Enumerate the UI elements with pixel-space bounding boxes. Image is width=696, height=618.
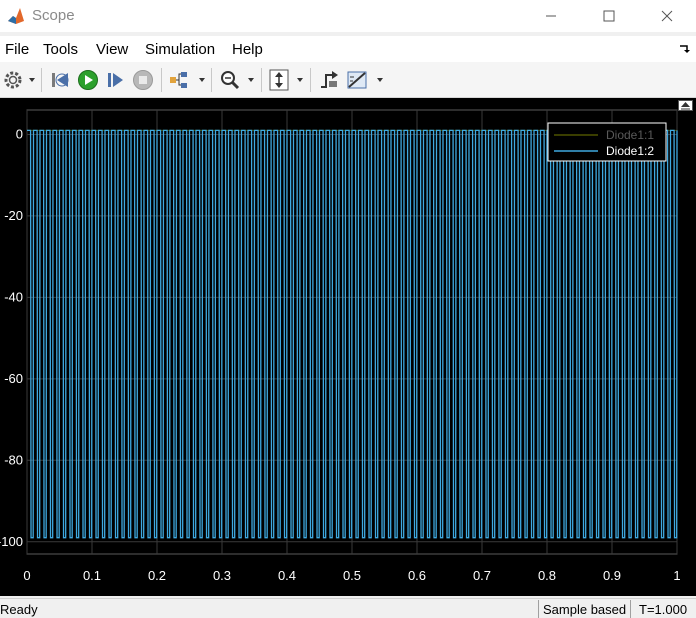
- x-tick-label: 0.6: [408, 568, 426, 583]
- toolbar-separator: [310, 68, 311, 92]
- x-tick-label: 0: [23, 568, 30, 583]
- restore-icon: [681, 102, 690, 110]
- x-tick-label: 1: [673, 568, 680, 583]
- toolbar-separator: [261, 68, 262, 92]
- undock-icon[interactable]: [678, 43, 690, 55]
- menu-bar: File Tools View Simulation Help: [0, 36, 696, 62]
- maximize-icon: [603, 10, 615, 22]
- y-tick-label: -20: [4, 208, 23, 223]
- scale-axes-icon[interactable]: [268, 69, 290, 91]
- title-bar[interactable]: Scope: [0, 0, 696, 32]
- y-tick-label: -40: [4, 289, 23, 304]
- y-tick-label: -80: [4, 452, 23, 467]
- close-button[interactable]: [638, 0, 696, 32]
- toolbar: [0, 62, 696, 98]
- chevron-down-icon[interactable]: [248, 78, 254, 82]
- measurements-icon[interactable]: [346, 69, 370, 91]
- scope-window: Scope File Tools View Simulation Help 0 …: [0, 0, 696, 618]
- x-tick-label: 0.8: [538, 568, 556, 583]
- chevron-down-icon[interactable]: [297, 78, 303, 82]
- chevron-down-icon[interactable]: [377, 78, 383, 82]
- maximize-button[interactable]: [580, 0, 638, 32]
- step-back-icon[interactable]: [50, 69, 72, 91]
- simulation-time: T=1.000: [639, 602, 688, 617]
- x-tick-label: 0.3: [213, 568, 231, 583]
- menu-simulation[interactable]: Simulation: [145, 41, 215, 58]
- x-tick-label: 0.9: [603, 568, 621, 583]
- sample-mode-indicator: Sample based: [538, 600, 632, 618]
- series-line-diode1-2: [27, 129, 678, 539]
- x-tick-label: 0.1: [83, 568, 101, 583]
- menu-tools[interactable]: Tools: [43, 41, 78, 58]
- menu-help[interactable]: Help: [232, 41, 263, 58]
- x-tick-label: 0.2: [148, 568, 166, 583]
- chevron-down-icon[interactable]: [199, 78, 205, 82]
- x-tick-label: 0.4: [278, 568, 296, 583]
- status-bar: Ready Sample based T=1.000: [0, 598, 696, 618]
- status-text: Ready: [0, 602, 38, 617]
- toolbar-separator: [161, 68, 162, 92]
- scope-plot[interactable]: 0 0.1 0.2 0.3 0.4 0.5 0.6 0.7 0.8 0.9 1 0 -20 -40 -60 -…: [0, 98, 696, 596]
- restore-layout-button[interactable]: [678, 100, 693, 111]
- close-icon: [661, 10, 673, 22]
- step-forward-icon[interactable]: [104, 69, 126, 91]
- signal-tree-icon[interactable]: [168, 69, 190, 91]
- x-tick-label: 0.7: [473, 568, 491, 583]
- y-tick-label: 0: [16, 126, 23, 141]
- minimize-button[interactable]: [522, 0, 580, 32]
- toolbar-separator: [211, 68, 212, 92]
- menu-file[interactable]: File: [5, 41, 29, 58]
- zoom-icon[interactable]: [219, 69, 241, 91]
- legend-label: Diode1:2: [606, 144, 654, 158]
- scope-display[interactable]: 0 0.1 0.2 0.3 0.4 0.5 0.6 0.7 0.8 0.9 1 0 -20 -40 -60 -…: [0, 98, 696, 596]
- x-tick-label: 0.5: [343, 568, 361, 583]
- legend-label: Diode1:1: [606, 128, 654, 142]
- toolbar-separator: [41, 68, 42, 92]
- matlab-icon: [6, 6, 26, 26]
- y-tick-label: -100: [0, 534, 23, 549]
- window-title: Scope: [32, 7, 75, 24]
- minimize-icon: [546, 15, 556, 17]
- gear-icon[interactable]: [2, 69, 24, 91]
- y-tick-label: -60: [4, 371, 23, 386]
- stop-icon[interactable]: [132, 69, 154, 91]
- triggers-icon[interactable]: [318, 69, 340, 91]
- menu-view[interactable]: View: [96, 41, 128, 58]
- chevron-down-icon[interactable]: [29, 78, 35, 82]
- run-icon[interactable]: [77, 69, 99, 91]
